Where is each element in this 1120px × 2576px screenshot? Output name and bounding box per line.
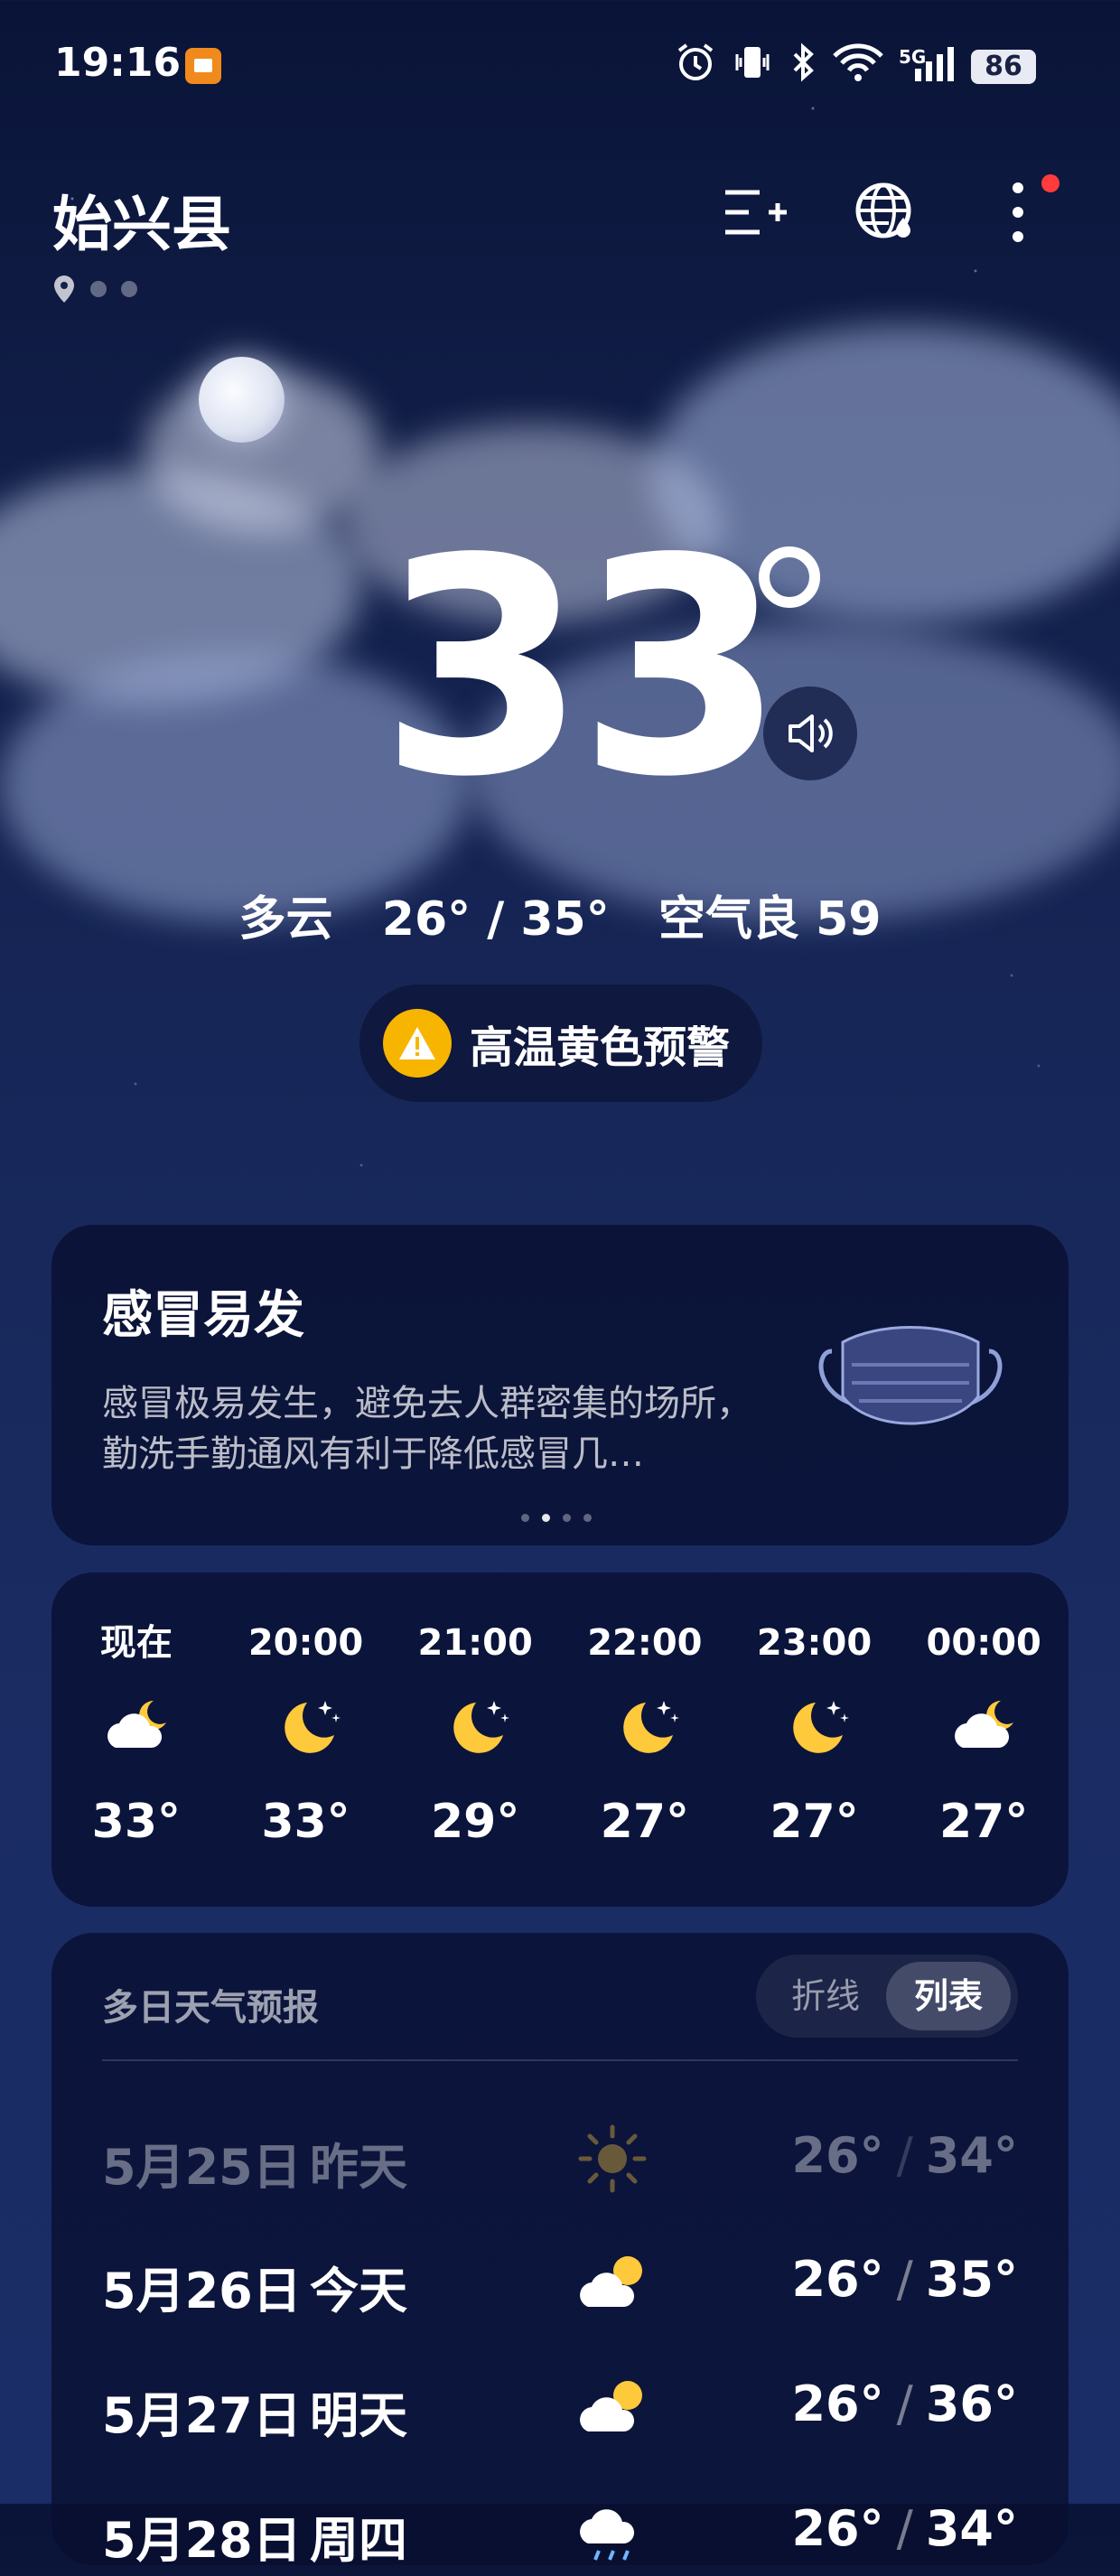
hourly-list: 现在 33° 20:00 33° 21:00 29° 22:00 27° 23:00 27° 00:… bbox=[51, 1618, 1069, 1849]
hour-temperature: 27° bbox=[939, 1795, 1029, 1849]
divider bbox=[102, 2059, 1018, 2061]
range-separator: / bbox=[896, 2251, 913, 2308]
forecast-high: 36° bbox=[925, 2375, 1018, 2432]
page-dot bbox=[121, 281, 137, 297]
warning-icon bbox=[383, 1009, 452, 1078]
partly-cloudy-icon bbox=[572, 2366, 653, 2448]
forecast-date: 5月27日 bbox=[102, 2387, 302, 2444]
speaker-icon bbox=[789, 714, 833, 752]
hour-label: 22:00 bbox=[587, 1622, 703, 1664]
partly-cloudy-icon bbox=[572, 2242, 653, 2323]
hourly-item: 00:00 27° bbox=[899, 1618, 1069, 1849]
hour-label: 21:00 bbox=[417, 1622, 533, 1664]
tip-description: 感冒极易发生，避免去人群密集的场所，勤洗手勤通风有利于降低感冒几… bbox=[102, 1383, 752, 1475]
forecast-date: 5月26日 bbox=[102, 2263, 302, 2319]
sun-icon bbox=[572, 2118, 653, 2199]
forecast-high: 34° bbox=[925, 2127, 1018, 2184]
moon-icon bbox=[266, 1686, 347, 1768]
cloudy-night-icon bbox=[943, 1686, 1024, 1768]
forecast-low: 26° bbox=[791, 2500, 884, 2557]
hour-label: 23:00 bbox=[756, 1622, 873, 1664]
battery-indicator: 86 bbox=[971, 50, 1036, 84]
range-separator: / bbox=[896, 2500, 913, 2557]
more-vertical-icon bbox=[1013, 182, 1023, 242]
alarm-icon bbox=[676, 42, 715, 92]
moon-icon bbox=[434, 1686, 516, 1768]
hour-temperature: 27° bbox=[600, 1795, 690, 1849]
forecast-date: 5月28日 bbox=[102, 2512, 302, 2569]
wifi-icon bbox=[831, 42, 885, 92]
condition-text: 多云 bbox=[238, 892, 333, 947]
heat-warning-chip[interactable]: 高温黄色预警 bbox=[359, 985, 762, 1102]
global-weather-button[interactable] bbox=[849, 176, 921, 248]
hour-temperature: 33° bbox=[261, 1795, 350, 1849]
forecast-temp-range: 26°/36° bbox=[791, 2375, 1018, 2432]
hour-temperature: 33° bbox=[91, 1795, 182, 1849]
forecast-low: 26° bbox=[791, 2251, 884, 2308]
forecast-low: 26° bbox=[791, 2127, 884, 2184]
hour-label: 现在 bbox=[99, 1622, 173, 1664]
city-pager bbox=[52, 275, 137, 303]
tip-pager bbox=[521, 1514, 592, 1522]
tip-title: 感冒易发 bbox=[102, 1286, 304, 1345]
hourly-item: 22:00 27° bbox=[560, 1618, 730, 1849]
forecast-day: 今天 bbox=[310, 2263, 407, 2319]
degree-symbol bbox=[759, 546, 820, 608]
hourly-item: 23:00 27° bbox=[730, 1618, 900, 1849]
forecast-date: 5月25日 bbox=[102, 2139, 302, 2196]
hourly-item: 现在 33° bbox=[51, 1618, 221, 1849]
forecast-title: 多日天气预报 bbox=[102, 1987, 319, 2029]
toggle-list-view[interactable]: 列表 bbox=[886, 1962, 1011, 2030]
forecast-low: 26° bbox=[791, 2375, 884, 2432]
city-name[interactable]: 始兴县 bbox=[52, 176, 231, 263]
warning-text: 高温黄色预警 bbox=[470, 1022, 731, 1073]
voice-broadcast-button[interactable] bbox=[763, 686, 857, 780]
moon-icon bbox=[774, 1686, 855, 1768]
location-pin-icon bbox=[54, 275, 74, 303]
view-toggle: 折线 列表 bbox=[756, 1955, 1018, 2038]
notification-app-icon bbox=[185, 48, 221, 84]
hour-label: 20:00 bbox=[247, 1622, 364, 1664]
weather-summary: 多云 26° / 35° 空气良 59 bbox=[0, 881, 1120, 948]
hour-temperature: 29° bbox=[430, 1795, 520, 1849]
temp-range-text: 26° / 35° bbox=[381, 892, 610, 947]
status-bar: 19:16 5G 86 bbox=[0, 0, 1120, 135]
forecast-row[interactable]: 5月25日 昨天 26°/34° bbox=[102, 2109, 1018, 2199]
toggle-line-view[interactable]: 折线 bbox=[763, 1962, 888, 2030]
current-temperature: 33 bbox=[379, 495, 785, 842]
health-tip-card[interactable]: 感冒易发 感冒极易发生，避免去人群密集的场所，勤洗手勤通风有利于降低感冒几… bbox=[51, 1225, 1069, 1545]
hour-temperature: 27° bbox=[770, 1795, 859, 1849]
cloudy-night-icon bbox=[96, 1686, 177, 1768]
forecast-row[interactable]: 5月27日 明天 26°/36° bbox=[102, 2357, 1018, 2448]
bluetooth-icon bbox=[788, 42, 818, 92]
forecast-temp-range: 26°/35° bbox=[791, 2251, 1018, 2308]
globe-icon bbox=[855, 182, 911, 238]
page-dot bbox=[90, 281, 107, 297]
hourly-forecast-card: 现在 33° 20:00 33° 21:00 29° 22:00 27° 23:00 27° 00:… bbox=[51, 1573, 1069, 1907]
hourly-item: 21:00 29° bbox=[390, 1618, 560, 1849]
forecast-day: 周四 bbox=[310, 2512, 407, 2569]
forecast-high: 34° bbox=[925, 2500, 1018, 2557]
forecast-high: 35° bbox=[925, 2251, 1018, 2308]
forecast-day: 昨天 bbox=[310, 2139, 407, 2196]
manage-cities-button[interactable] bbox=[718, 176, 790, 248]
add-list-icon bbox=[725, 190, 787, 235]
moon-image bbox=[199, 357, 285, 443]
forecast-row[interactable]: 5月28日 周四 26°/34° bbox=[102, 2482, 1018, 2572]
moon-icon bbox=[604, 1686, 686, 1768]
status-time: 19:16 bbox=[54, 40, 182, 86]
face-mask-icon bbox=[818, 1326, 1003, 1425]
air-quality-text[interactable]: 空气良 59 bbox=[658, 892, 881, 947]
hour-label: 00:00 bbox=[926, 1622, 1041, 1664]
notification-dot bbox=[1041, 174, 1059, 192]
forecast-temp-range: 26°/34° bbox=[791, 2127, 1018, 2184]
forecast-day: 明天 bbox=[310, 2387, 407, 2444]
range-separator: / bbox=[896, 2127, 913, 2184]
range-separator: / bbox=[896, 2375, 913, 2432]
forecast-temp-range: 26°/34° bbox=[791, 2500, 1018, 2557]
vibrate-icon bbox=[732, 42, 773, 92]
hourly-item: 20:00 33° bbox=[221, 1618, 391, 1849]
forecast-row[interactable]: 5月26日 今天 26°/35° bbox=[102, 2233, 1018, 2323]
daily-forecast-card: 多日天气预报 折线 列表 5月25日 昨天 26°/34° 5月26日 今天 26°/35… bbox=[51, 1933, 1069, 2569]
